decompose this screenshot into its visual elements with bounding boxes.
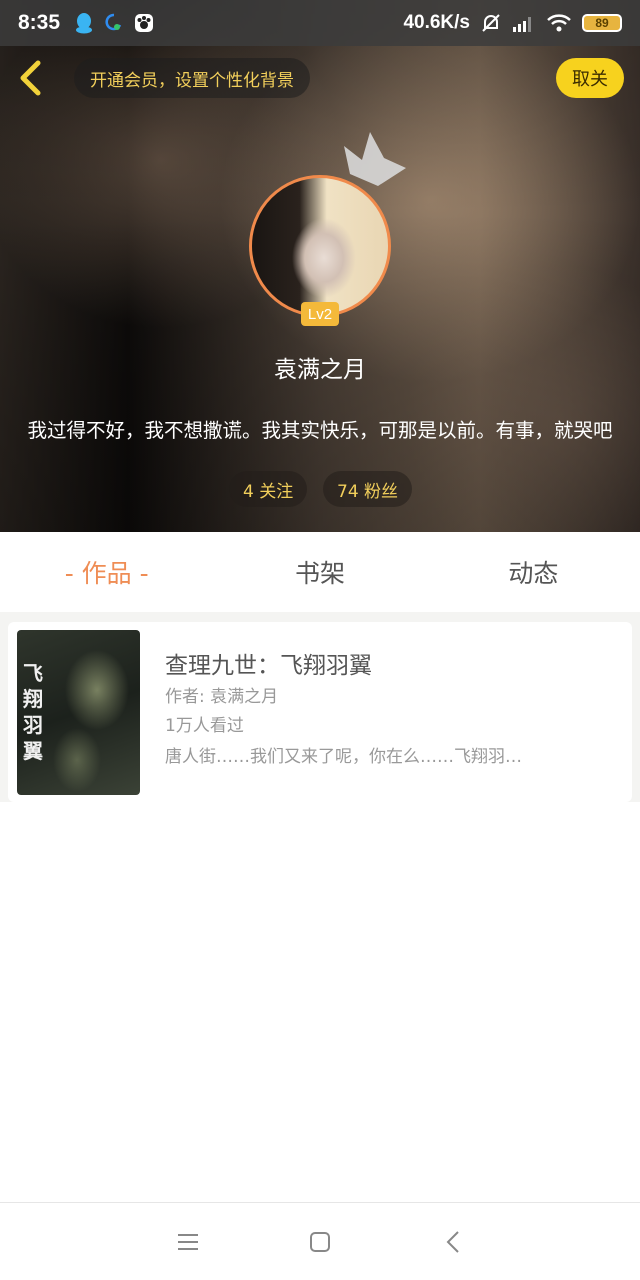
book-cover: 飞翔羽翼 (17, 630, 140, 795)
battery-level: 89 (595, 16, 609, 30)
status-bar: 8:35 40.6K/s 89 (0, 0, 640, 46)
work-item[interactable]: 飞翔羽翼 查理九世：飞翔羽翼 作者: 袁满之月 1万人看过 唐人街……我们又来了… (8, 622, 632, 802)
bio: 我过得不好，我不想撒谎。我其实快乐，可那是以前。有事，就哭吧 (27, 419, 613, 442)
tab-works[interactable]: - 作品 - (0, 532, 213, 612)
book-description: 唐人街……我们又来了呢，你在么……飞翔羽… (165, 747, 522, 767)
wechat-like-icon (105, 13, 122, 31)
following-count[interactable]: 4 关注 (229, 471, 308, 507)
qq-icon (76, 13, 93, 34)
vip-background-prompt[interactable]: 开通会员，设置个性化背景 (74, 58, 310, 98)
vip-prompt-text: 开通会员，设置个性化背景 (90, 70, 294, 91)
fans-count[interactable]: 74 粉丝 (323, 471, 413, 507)
battery-icon: 89 (582, 14, 622, 32)
following-label: 4 关注 (243, 481, 294, 502)
book-title: 查理九世：飞翔羽翼 (165, 653, 372, 679)
system-navigation-bar (0, 1202, 640, 1280)
paw-app-icon (135, 14, 154, 32)
cover-title: 飞翔羽翼 (23, 661, 43, 763)
wifi-icon (547, 14, 571, 32)
fans-label: 74 粉丝 (337, 481, 399, 502)
book-views: 1万人看过 (165, 716, 244, 736)
signal-icon (513, 17, 531, 32)
menu-icon[interactable] (175, 1229, 201, 1255)
level-badge: Lv2 (301, 302, 339, 326)
book-author: 作者: 袁满之月 (165, 687, 279, 707)
profile-tabs: - 作品 - 书架 动态 (0, 532, 640, 612)
back-arrow-icon[interactable] (14, 58, 48, 98)
mute-bell-icon (482, 14, 500, 32)
status-time: 8:35 (18, 11, 61, 34)
tab-activity[interactable]: 动态 (427, 532, 640, 612)
avatar-image (249, 175, 391, 317)
home-icon[interactable] (307, 1229, 333, 1255)
unfollow-label: 取关 (572, 69, 608, 90)
network-speed: 40.6K/s (403, 12, 470, 33)
tab-bookshelf[interactable]: 书架 (213, 532, 426, 612)
avatar[interactable] (249, 175, 391, 317)
username: 袁满之月 (274, 357, 366, 383)
unfollow-button[interactable]: 取关 (556, 58, 624, 98)
back-nav-icon[interactable] (441, 1229, 467, 1255)
